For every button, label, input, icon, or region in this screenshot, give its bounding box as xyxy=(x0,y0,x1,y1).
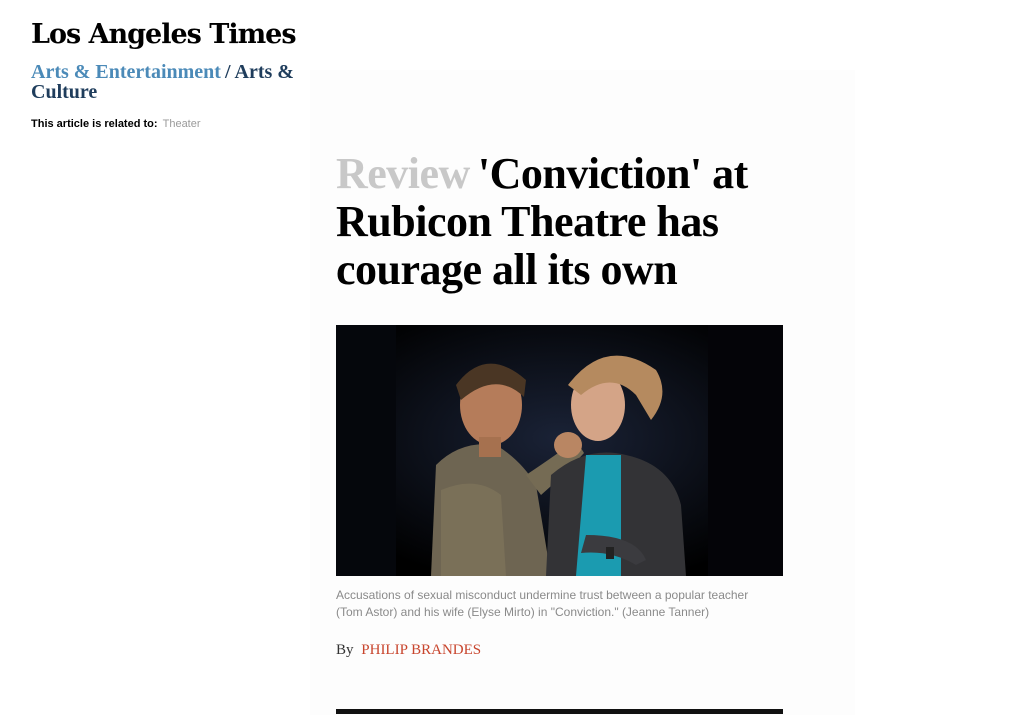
review-kicker: Review xyxy=(336,149,470,198)
related-topics: This article is related to: Theater xyxy=(31,117,201,131)
breadcrumb-separator: / xyxy=(224,61,231,83)
section-link-arts-entertainment[interactable]: Arts & Entertainment xyxy=(31,61,221,83)
author-link[interactable]: PHILIP BRANDES xyxy=(361,642,481,658)
masthead-logo[interactable]: Los Angeles Times xyxy=(31,18,297,52)
related-label: This article is related to: xyxy=(31,118,158,130)
related-topic-link[interactable]: Theater xyxy=(163,118,201,130)
byline: By PHILIP BRANDES xyxy=(336,641,481,659)
byline-prefix: By xyxy=(336,642,354,658)
section-breadcrumb: Arts & Entertainment / Arts & Culture xyxy=(31,62,351,102)
section-divider xyxy=(336,709,783,714)
article-headline: Review 'Conviction' at Rubicon Theatre ha… xyxy=(336,150,796,294)
article-photo[interactable] xyxy=(336,325,783,576)
photo-caption: Accusations of sexual misconduct undermi… xyxy=(336,588,749,619)
stage-photo-illustration xyxy=(336,325,783,576)
